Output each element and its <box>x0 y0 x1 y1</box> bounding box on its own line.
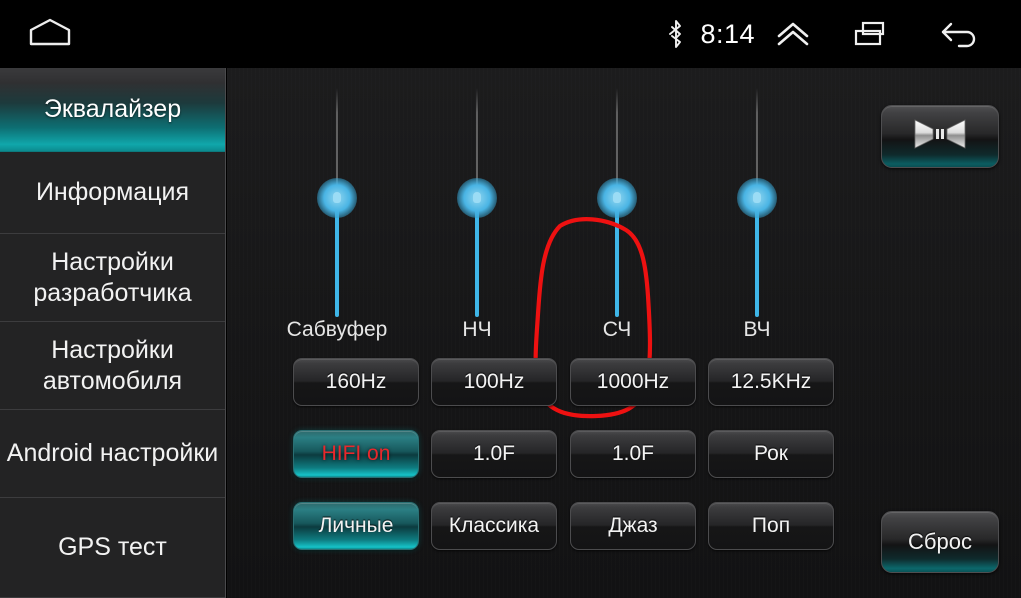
slider-thumb[interactable] <box>457 178 497 218</box>
button-label: HIFI on <box>321 442 391 465</box>
button-label: 12.5KHz <box>730 370 812 393</box>
sidebar-item-gps-test[interactable]: GPS тест <box>0 498 225 598</box>
button-1000hz[interactable]: 1000Hz <box>570 358 696 406</box>
slider-label: СЧ <box>602 318 632 341</box>
button-custom[interactable]: Личные <box>293 502 419 550</box>
button-label: 1000Hz <box>596 370 670 393</box>
sidebar-item-car-settings[interactable]: Настройки автомобиля <box>0 322 225 410</box>
button-label: Поп <box>751 514 791 537</box>
button-hifi-on[interactable]: HIFI on <box>293 430 419 478</box>
recents-icon[interactable] <box>825 0 917 68</box>
bluetooth-icon <box>656 0 696 68</box>
button-rear-gain[interactable]: 1.0F <box>570 430 696 478</box>
sidebar-item-android-settings[interactable]: Android настройки <box>0 410 225 498</box>
home-button[interactable] <box>0 0 100 68</box>
button-label: Классика <box>448 514 540 537</box>
button-12-5khz[interactable]: 12.5KHz <box>708 358 834 406</box>
status-clock: 8:14 <box>700 18 755 49</box>
slider-thumb[interactable] <box>597 178 637 218</box>
slider-mid[interactable]: СЧ <box>547 80 687 355</box>
band-slider-group: Сабвуфер НЧ СЧ ВЧ <box>267 80 827 355</box>
button-label: 160Hz <box>325 370 387 393</box>
sidebar-item-label: Настройки автомобиля <box>42 335 183 395</box>
slider-fill <box>335 205 339 317</box>
button-label: Джаз <box>608 514 658 537</box>
slider-label: НЧ <box>462 318 492 341</box>
preset-button-grid: 160Hz 100Hz 1000Hz 12.5KHz HIFI on 1.0F … <box>293 358 853 593</box>
sidebar-item-equalizer[interactable]: Эквалайзер <box>0 68 225 152</box>
slider-thumb[interactable] <box>737 178 777 218</box>
slider-bass[interactable]: НЧ <box>407 80 547 355</box>
button-label: 100Hz <box>463 370 525 393</box>
slider-label: ВЧ <box>743 318 771 341</box>
button-160hz[interactable]: 160Hz <box>293 358 419 406</box>
button-classical[interactable]: Классика <box>431 502 557 550</box>
button-label: 1.0F <box>472 442 516 465</box>
button-label: 1.0F <box>611 442 655 465</box>
sidebar-item-information[interactable]: Информация <box>0 152 225 234</box>
status-bar-right: 8:14 <box>656 0 1021 68</box>
speaker-balance-icon <box>911 117 969 156</box>
button-label: Личные <box>318 514 394 537</box>
equalizer-panel: Сабвуфер НЧ СЧ ВЧ 160Hz 100Hz 1000Hz 12.… <box>227 68 1021 598</box>
button-rock[interactable]: Рок <box>708 430 834 478</box>
slider-subwoofer[interactable]: Сабвуфер <box>267 80 407 355</box>
sidebar-item-label: Информация <box>35 178 190 206</box>
button-100hz[interactable]: 100Hz <box>431 358 557 406</box>
button-front-gain[interactable]: 1.0F <box>431 430 557 478</box>
back-icon[interactable] <box>917 0 1003 68</box>
sidebar: Эквалайзер Информация Настройки разработ… <box>0 68 226 598</box>
slider-fill <box>615 205 619 317</box>
slider-fill <box>475 205 479 317</box>
sidebar-item-label: Android настройки <box>6 439 219 467</box>
reset-button-label: Сброс <box>908 529 972 554</box>
balance-fader-button[interactable] <box>881 105 999 168</box>
button-pop[interactable]: Поп <box>708 502 834 550</box>
button-jazz[interactable]: Джаз <box>570 502 696 550</box>
home-icon <box>26 17 74 52</box>
status-bar: 8:14 <box>0 0 1021 68</box>
button-label: Рок <box>754 442 788 465</box>
slider-label: Сабвуфер <box>286 318 388 341</box>
slider-treble[interactable]: ВЧ <box>687 80 827 355</box>
chevron-up-icon[interactable] <box>761 0 825 68</box>
slider-fill <box>755 205 759 317</box>
reset-button[interactable]: Сброс <box>881 511 999 573</box>
slider-thumb[interactable] <box>317 178 357 218</box>
sidebar-item-developer-settings[interactable]: Настройки разработчика <box>0 234 225 322</box>
sidebar-item-label: Эквалайзер <box>43 95 182 123</box>
sidebar-item-label: Настройки разработчика <box>33 247 192 307</box>
sidebar-item-label: GPS тест <box>58 533 167 561</box>
